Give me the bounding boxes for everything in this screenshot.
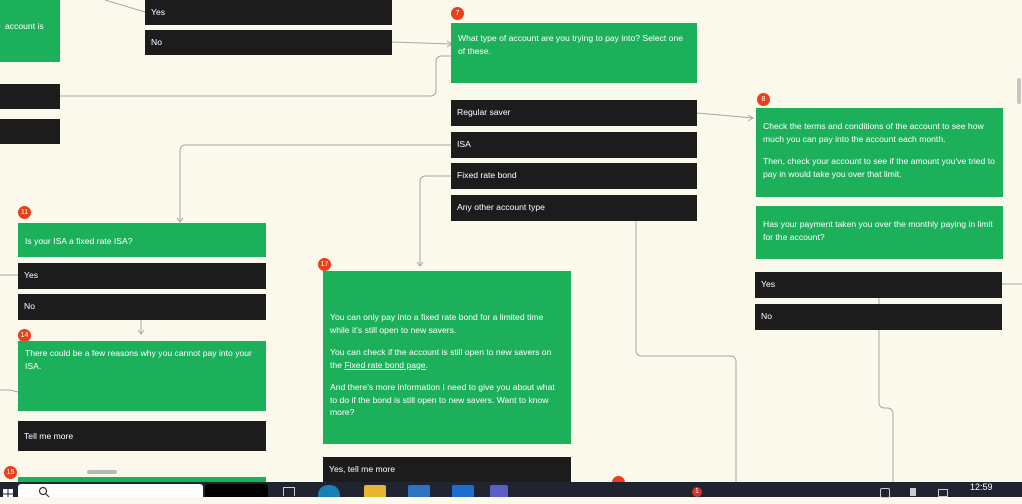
node-11-text: Is your ISA a fixed rate ISA? — [25, 236, 133, 246]
partial-option-2[interactable] — [0, 119, 60, 144]
partial-question-card[interactable]: account is — [0, 0, 60, 62]
teams-icon[interactable] — [490, 485, 508, 497]
node-8-para-1: Check the terms and conditions of the ac… — [763, 121, 984, 144]
node-7-badge: 7 — [451, 7, 464, 20]
fixed-rate-bond-page-link[interactable]: Fixed rate bond page — [344, 360, 425, 370]
node-17-para-3: And there's more information I need to g… — [330, 382, 555, 417]
file-explorer-icon[interactable] — [364, 485, 386, 497]
node-11-question[interactable]: Is your ISA a fixed rate ISA? — [18, 223, 266, 257]
battery-icon[interactable] — [938, 489, 948, 497]
node-7-question[interactable]: What type of account are you trying to p… — [451, 23, 697, 83]
horizontal-scroll-thumb[interactable] — [87, 470, 117, 474]
node-8-badge: 8 — [757, 93, 770, 106]
notification-badge[interactable]: 1 — [692, 487, 702, 497]
node-17-para-1: You can only pay into a fixed rate bond … — [330, 312, 544, 335]
yes-top-option[interactable]: Yes — [145, 0, 392, 25]
clock-time[interactable]: 12:59 — [970, 482, 993, 492]
node-17-info[interactable]: You can only pay into a fixed rate bond … — [323, 271, 571, 444]
node-11-yes[interactable]: Yes — [18, 263, 266, 289]
node-14-tell-me-more[interactable]: Tell me more — [18, 421, 266, 451]
volume-icon[interactable] — [910, 488, 916, 496]
node-14-text: There could be a few reasons why you can… — [25, 348, 252, 371]
node-14-question[interactable]: There could be a few reasons why you can… — [18, 341, 266, 411]
node-8b-question[interactable]: Has your payment taken you over the mont… — [756, 206, 1003, 259]
node-8-para-2: Then, check your account to see if the a… — [763, 156, 995, 179]
node-7-text: What type of account are you trying to p… — [458, 33, 684, 56]
partial-question-text: account is — [5, 21, 44, 31]
store-icon[interactable] — [408, 485, 430, 497]
search-icon — [38, 486, 50, 498]
node-8b-yes[interactable]: Yes — [755, 272, 1002, 298]
vertical-scroll-thumb[interactable] — [1017, 78, 1021, 104]
taskbar-search-box[interactable] — [18, 484, 203, 498]
node-17-badge: 17 — [318, 258, 331, 271]
flow-canvas[interactable]: account is Yes No 7 What type of account… — [0, 0, 1022, 497]
node-11-badge: 11 — [18, 206, 31, 219]
windows-logo-icon — [3, 489, 13, 499]
node-15-badge: 15 — [4, 466, 17, 479]
node-8b-no[interactable]: No — [755, 304, 1002, 330]
option-isa[interactable]: ISA — [451, 132, 697, 158]
option-any-other-account[interactable]: Any other account type — [451, 195, 697, 221]
taskbar-widget[interactable] — [205, 484, 268, 497]
mail-icon[interactable] — [452, 485, 474, 497]
no-top-option[interactable]: No — [145, 30, 392, 55]
start-button[interactable] — [3, 486, 13, 499]
partial-option-1[interactable] — [0, 84, 60, 109]
option-regular-saver[interactable]: Regular saver — [451, 100, 697, 126]
node-8-info[interactable]: Check the terms and conditions of the ac… — [756, 108, 1003, 197]
node-8b-text: Has your payment taken you over the mont… — [763, 219, 993, 242]
task-view-icon[interactable] — [283, 487, 295, 496]
option-fixed-rate-bond[interactable]: Fixed rate bond — [451, 163, 697, 189]
windows-taskbar: 1 12:59 — [0, 482, 1022, 499]
node-17-yes-tell-me-more[interactable]: Yes, tell me more — [323, 457, 571, 482]
node-11-no[interactable]: No — [18, 294, 266, 320]
node-17-para-2: You can check if the account is still op… — [330, 346, 564, 371]
node-17-para-2-end: . — [425, 359, 428, 370]
edge-browser-icon[interactable] — [318, 485, 340, 497]
